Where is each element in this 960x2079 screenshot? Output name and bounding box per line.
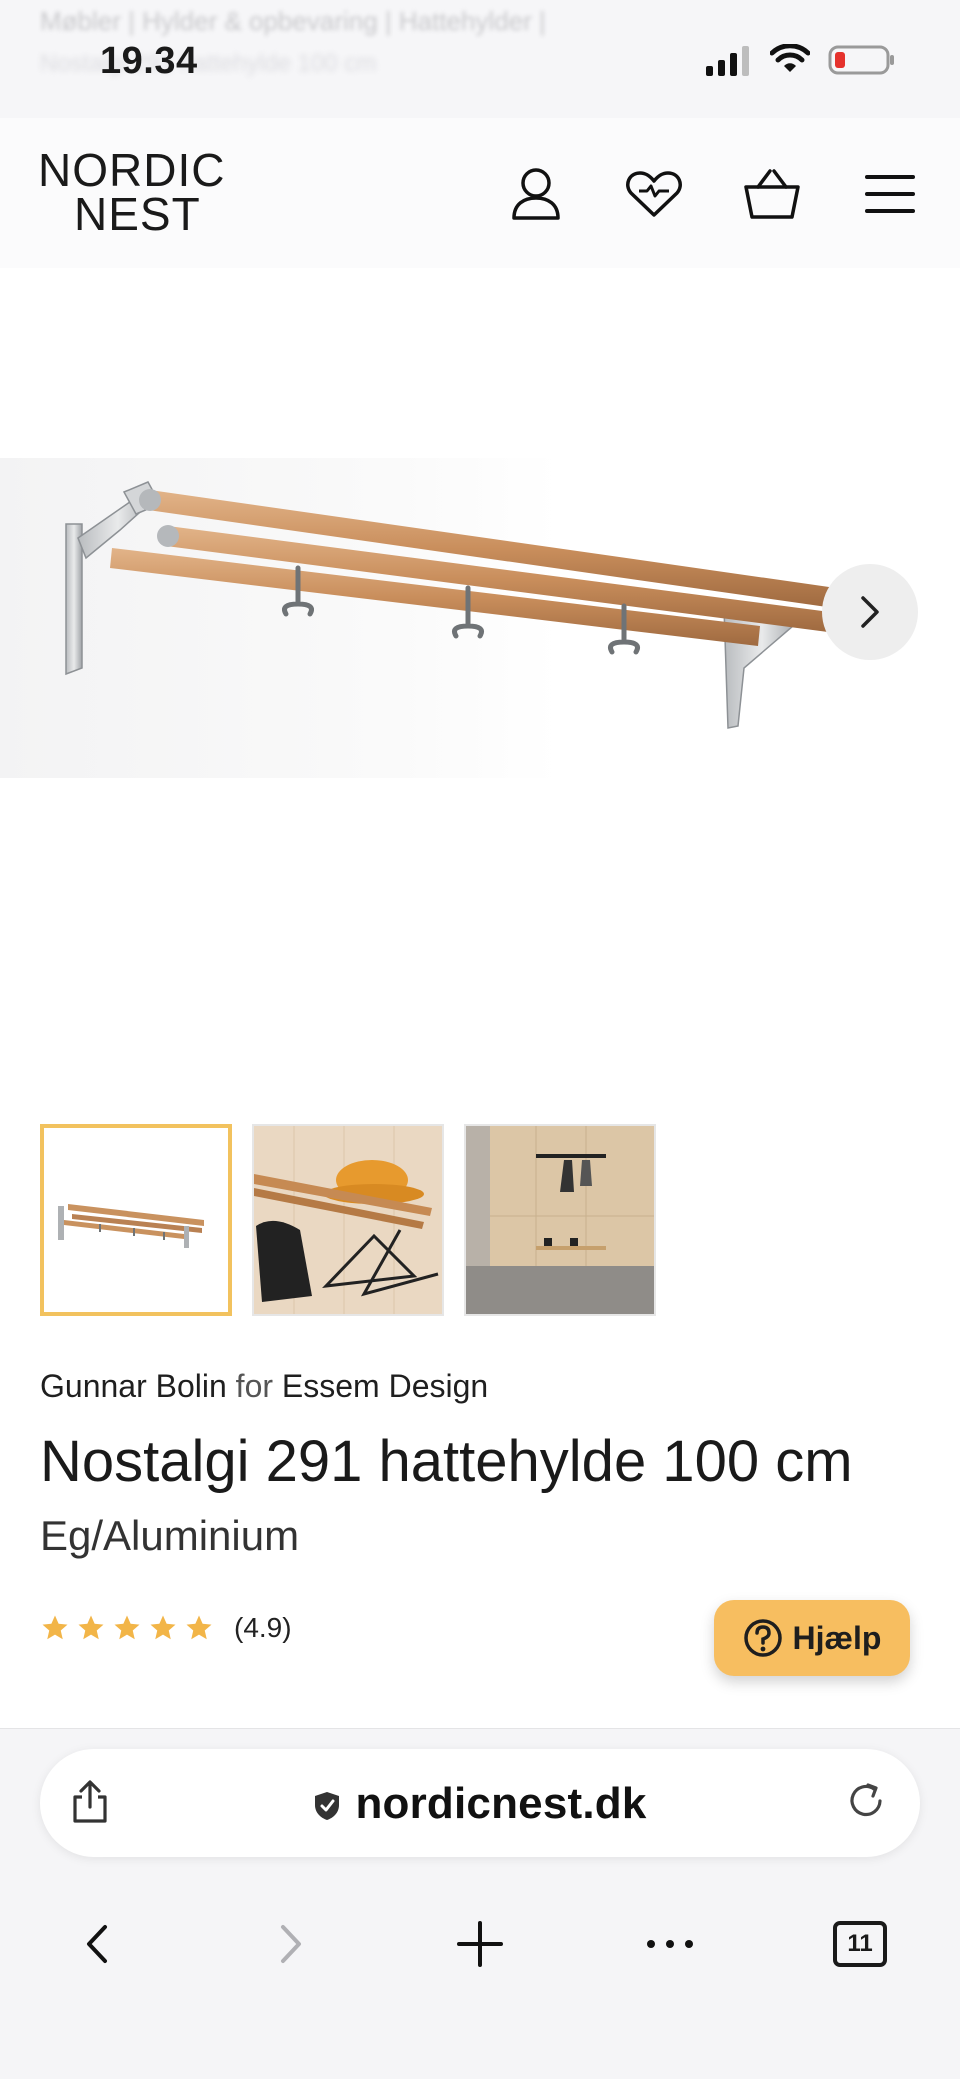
secure-shield-icon [315,1792,340,1821]
ghost-breadcrumb: Møbler | Hylder & opbevaring | Hattehyld… [40,6,546,36]
star-icon [78,1615,104,1640]
hat-shelf-image [65,481,836,729]
signal-icon [706,46,749,76]
tabs-icon[interactable]: 11 [820,1899,900,1989]
basket-icon[interactable] [742,164,802,224]
product-title: Nostalgi 291 hattehylde 100 cm [40,1429,853,1494]
wishlist-heart-icon[interactable] [624,164,684,224]
product-variant: Eg/Aluminium [40,1512,300,1559]
reload-icon[interactable] [844,1779,888,1828]
thumb-hallway[interactable] [464,1124,656,1316]
wifi-icon [770,44,810,72]
carousel-next-button[interactable] [822,564,918,660]
status-time: 19.34 [100,40,198,82]
browser-toolbar: nordicnest.dk 11 [0,1728,960,2079]
address-bar[interactable]: nordicnest.dk [40,1749,920,1857]
product-rating[interactable]: (4.9) [40,1612,292,1644]
star-icon [186,1615,212,1640]
back-icon[interactable] [58,1899,138,1989]
star-icon [114,1615,140,1640]
tab-count: 11 [833,1921,887,1967]
ghost-subtitle: Nostalgi 291 hattehylde 100 cm [40,50,377,77]
forward-icon[interactable] [250,1899,330,1989]
thumb-hat-and-hangers[interactable] [252,1124,444,1316]
chevron-right-icon [861,596,879,628]
account-icon[interactable] [506,164,566,224]
more-icon[interactable] [630,1899,710,1989]
help-button[interactable]: Hjælp [714,1600,910,1676]
nordic-nest-logo[interactable]: NORDIC NEST [38,144,226,240]
rating-value: (4.9) [234,1612,292,1643]
designer-line: Gunnar Bolin for Essem Design [40,1368,488,1405]
designer-name[interactable]: Gunnar Bolin [40,1368,227,1404]
browser-nav-row: 11 [0,1899,960,1989]
question-circle-icon [743,1619,782,1657]
thumb-hatshelf[interactable] [40,1124,232,1316]
designer-for: for [235,1368,274,1404]
menu-icon[interactable] [860,164,920,224]
thumbnail-strip [40,1124,656,1316]
logo-line-2: NEST [74,188,201,240]
site-header: NORDIC NEST [0,118,960,269]
new-tab-icon[interactable] [440,1899,520,1989]
url-display: nordicnest.dk [40,1779,920,1829]
brand-name[interactable]: Essem Design [282,1368,488,1404]
help-label: Hjælp [792,1619,882,1656]
logo-line-1: NORDIC [38,144,226,196]
rating-stars [40,1613,214,1643]
star-icon [150,1615,176,1640]
battery-low-icon [828,45,894,75]
product-image-carousel[interactable] [0,268,960,1098]
status-bar: Møbler | Hylder & opbevaring | Hattehyld… [0,0,960,118]
star-icon [42,1615,68,1640]
url-text: nordicnest.dk [355,1779,647,1828]
